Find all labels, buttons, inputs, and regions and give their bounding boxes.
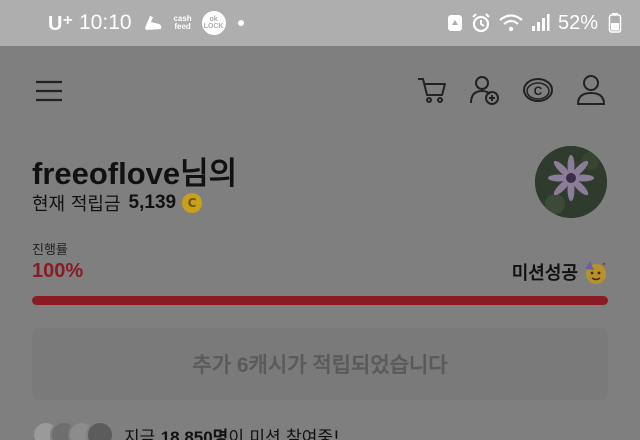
flower-avatar-image	[535, 146, 607, 218]
progress-bar	[32, 296, 608, 305]
battery-percent: 52%	[557, 11, 598, 34]
carrier-label: U⁺	[48, 12, 73, 35]
recycle-icon	[447, 15, 462, 31]
coin-icon: C	[182, 193, 203, 213]
battery-icon	[608, 13, 622, 33]
add-friend-icon[interactable]	[469, 74, 501, 106]
progress-percent: 100%	[32, 260, 84, 282]
points-row: 현재 적립금 5,139 C	[32, 190, 203, 216]
participants-count: 18,850명	[160, 427, 229, 440]
participant-avatar	[86, 421, 114, 440]
participants-suffix: 이 미션 참여중!	[228, 427, 340, 440]
party-face-icon	[584, 261, 606, 284]
progress-label: 진행률	[32, 243, 68, 258]
app-header: C	[0, 46, 640, 136]
sneaker-app-icon	[142, 12, 164, 34]
cart-icon[interactable]	[416, 74, 448, 106]
cash-c-icon[interactable]: C	[522, 74, 554, 106]
reward-earned-button[interactable]: 추가 6캐시가 적립되었습니다	[32, 328, 608, 400]
participants-prefix: 지금	[124, 427, 156, 440]
participants-row: 지금 18,850명이 미션 참여중!	[32, 420, 340, 440]
menu-icon[interactable]	[34, 78, 64, 104]
notification-dot	[237, 20, 244, 26]
cashfeed-app-icon: cash feed	[173, 14, 192, 31]
signal-icon	[531, 14, 550, 31]
status-bar: U⁺ 10:10 cash feed ok LOCK 52%	[0, 0, 640, 46]
points-label: 현재 적립금	[32, 194, 121, 215]
points-value: 5,139	[128, 192, 177, 213]
username-title: freeoflove님의	[32, 156, 238, 191]
wifi-icon	[499, 14, 523, 32]
participants-text: 지금 18,850명이 미션 참여중!	[124, 423, 340, 440]
mission-status: 미션성공	[512, 259, 608, 285]
progress-bar-fill	[32, 296, 608, 305]
oklock-app-icon: ok LOCK	[201, 11, 226, 35]
profile-icon[interactable]	[575, 74, 607, 106]
alarm-icon	[472, 13, 490, 33]
status-time: 10:10	[79, 11, 132, 34]
avatar[interactable]	[535, 146, 607, 218]
mission-status-text: 미션성공	[511, 263, 578, 284]
svg-text:C: C	[534, 84, 543, 98]
